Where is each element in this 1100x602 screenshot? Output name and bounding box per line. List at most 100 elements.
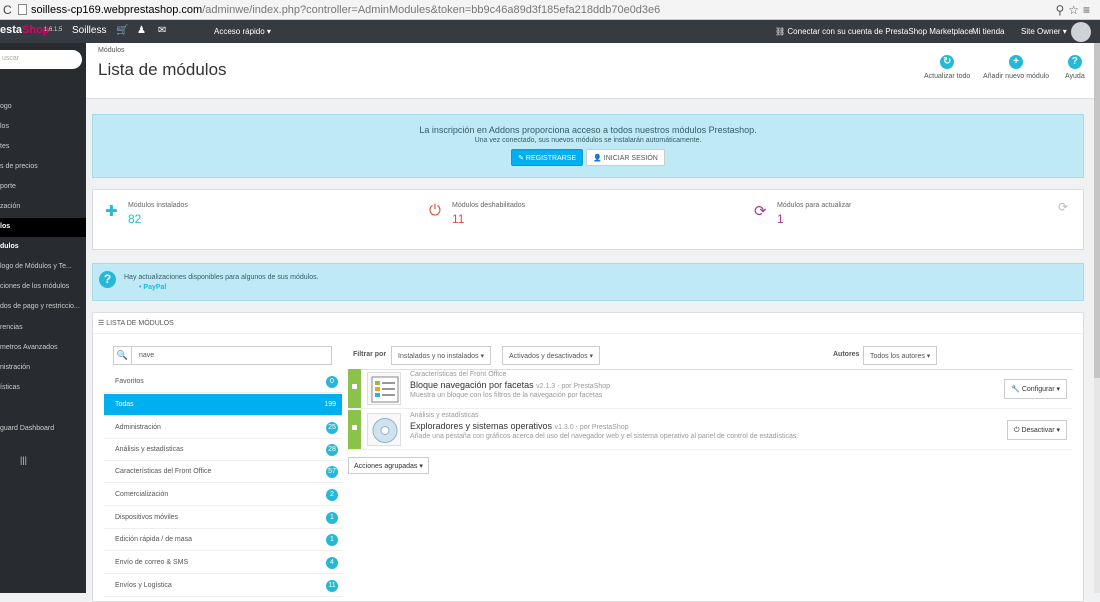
configure-button[interactable]: 🔧 Configurar ▾	[1004, 379, 1067, 399]
count-badge: 25	[326, 422, 338, 434]
collapse-menu-icon[interactable]: |||	[20, 455, 27, 465]
paypal-update-link[interactable]: • PayPal	[139, 284, 166, 291]
admin-topbar: estaShop 1.6.1.5 Soilless 🛒 ♟ ✉ Acceso r…	[0, 20, 1100, 43]
refresh-icon: ↻	[940, 55, 955, 69]
module-logo	[367, 372, 401, 405]
sidebar-subitem[interactable]: logo de Módulos y Te...	[0, 258, 86, 277]
module-name: Bloque navegación por facetas v2.1.3 - p…	[410, 380, 611, 390]
page-header: Módulos Lista de módulos ↻ Actualizar to…	[86, 43, 1100, 99]
my-shop-link[interactable]: Mi tienda	[972, 27, 1004, 36]
browser-address-bar[interactable]: C soilless-cp169.webprestashop.com/admin…	[0, 0, 1100, 20]
mail-icon[interactable]: ✉	[158, 25, 166, 36]
sidebar-item[interactable]: s de precios	[0, 158, 86, 177]
category-item-active[interactable]: Todas 199	[104, 394, 342, 416]
module-name: Exploradores y sistemas operativos v1.3.…	[410, 421, 629, 431]
help-icon: ?	[1067, 55, 1082, 69]
module-stats-panel: ✚ Módulos instalados 82 ⏻ Módulos deshab…	[92, 189, 1084, 250]
panel-heading: ☰ LISTA DE MÓDULOS	[98, 320, 174, 327]
sidebar: uscar ogo los tes s de precios porte zac…	[0, 43, 86, 593]
sidebar-item[interactable]: tes	[0, 138, 86, 157]
prestashop-logo[interactable]: estaShop	[0, 24, 50, 36]
sidebar-search-input[interactable]: uscar	[0, 50, 82, 69]
link-icon: ⛓	[775, 27, 788, 36]
sidebar-item[interactable]: porte	[0, 178, 86, 197]
updates-message: Hay actualizaciones disponibles para alg…	[124, 274, 319, 281]
search-icon: 🔍	[114, 347, 132, 364]
update-all-button[interactable]: ↻ Actualizar todo	[924, 55, 970, 80]
refresh-stats-icon[interactable]: ⟳	[1058, 200, 1068, 214]
quick-access-menu[interactable]: Acceso rápido ▾	[214, 27, 271, 36]
page-icon	[18, 4, 27, 15]
category-item[interactable]: Análisis y estadísticas 28	[104, 439, 342, 461]
count-badge: 11	[326, 580, 338, 592]
register-button[interactable]: ✎ REGISTRARSE	[511, 149, 584, 166]
avatar[interactable]	[1071, 22, 1091, 42]
sidebar-item[interactable]: rencias	[0, 319, 86, 338]
sidebar-item[interactable]: nistración	[0, 359, 86, 378]
category-item[interactable]: Edición rápida / de masa 1	[104, 529, 342, 551]
browser-menu-icons[interactable]: ⚲☆≡	[1055, 3, 1094, 17]
sidebar-item[interactable]: metros Avanzados	[0, 339, 86, 358]
filter-label: Filtrar por	[353, 351, 387, 358]
customer-icon[interactable]: ♟	[137, 25, 146, 36]
cart-icon[interactable]: 🛒	[116, 25, 128, 36]
disable-button[interactable]: ⏻ Desactivar ▾	[1006, 420, 1067, 440]
active-filter-select[interactable]: Activados y desactivados ▾	[502, 346, 601, 365]
category-item[interactable]: Administración 25	[104, 417, 342, 439]
module-row: Análisis y estadísticas Exploradores y s…	[348, 410, 1072, 450]
scrollbar[interactable]	[1094, 43, 1100, 593]
shop-name-link[interactable]: Soilless	[72, 25, 106, 36]
updates-alert: ? Hay actualizaciones disponibles para a…	[92, 263, 1084, 301]
category-item[interactable]: Envíos y Logística 11	[104, 575, 342, 597]
module-checkbox[interactable]	[348, 410, 361, 449]
authors-select[interactable]: Todos los autores ▾	[863, 346, 938, 365]
category-item[interactable]: Comercialización 2	[104, 484, 342, 506]
sidebar-subitem[interactable]: ciones de los módulos	[0, 278, 86, 297]
divider	[93, 333, 1083, 334]
help-button[interactable]: ? Ayuda	[1065, 55, 1085, 80]
module-row: Características del Front Office Bloque …	[348, 369, 1072, 409]
count-badge: 28	[326, 444, 338, 456]
bulk-actions-button[interactable]: Acciones agrupadas ▾	[348, 457, 429, 474]
sidebar-subitem[interactable]: dos de pago y restriccio...	[0, 298, 86, 317]
sidebar-item-modules[interactable]: los	[0, 218, 86, 237]
puzzle-icon: ✚	[105, 203, 118, 220]
module-list-panel: ☰ LISTA DE MÓDULOS 🔍 nave Favoritos 0 Tod…	[92, 312, 1084, 602]
sidebar-subitem-modules[interactable]: dulos	[0, 238, 86, 257]
version-label: 1.6.1.5	[44, 27, 63, 33]
install-filter-select[interactable]: Instalados y no instalados ▾	[391, 346, 492, 365]
scrollbar-thumb[interactable]	[1094, 43, 1100, 378]
url-text[interactable]: soilless-cp169.webprestashop.com/adminwe…	[31, 4, 660, 16]
addons-subline: Una vez conectado, sus nuevos módulos se…	[474, 137, 702, 144]
owner-menu[interactable]: Site Owner ▾	[1021, 27, 1067, 36]
sidebar-item[interactable]: guard Dashboard	[0, 420, 86, 439]
question-icon: ?	[99, 271, 116, 288]
module-logo	[367, 413, 401, 446]
filter-bar: Filtrar por Instalados y no instalados ▾…	[353, 346, 1073, 370]
sidebar-item[interactable]: ogo	[0, 98, 86, 117]
category-item[interactable]: Envío de correo & SMS 4	[104, 552, 342, 574]
sidebar-item[interactable]: los	[0, 118, 86, 137]
module-search-input[interactable]: 🔍 nave	[113, 346, 332, 365]
plus-icon: +	[1009, 55, 1024, 69]
sync-icon: ⟳	[754, 203, 767, 220]
addons-alert: La inscripción en Addons proporciona acc…	[92, 114, 1084, 178]
category-item[interactable]: Favoritos 0	[104, 371, 342, 393]
reload-icon[interactable]: C	[3, 3, 12, 17]
count-badge: 2	[326, 489, 338, 501]
category-item[interactable]: Dispositivos móviles 1	[104, 507, 342, 529]
add-module-button[interactable]: + Añadir nuevo módulo	[983, 55, 1049, 80]
sidebar-item[interactable]: zación	[0, 198, 86, 217]
sidebar-item[interactable]: ísticas	[0, 379, 86, 398]
category-item[interactable]: Características del Front Office 57	[104, 461, 342, 483]
login-button[interactable]: 👤 INICIAR SESIÓN	[586, 149, 665, 166]
module-checkbox[interactable]	[348, 369, 361, 408]
count-badge: 4	[326, 557, 338, 569]
page-title: Lista de módulos	[98, 60, 227, 79]
count-badge: 57	[326, 466, 338, 478]
breadcrumb[interactable]: Módulos	[98, 47, 124, 54]
count-badge: 1	[326, 534, 338, 546]
addons-headline: La inscripción en Addons proporciona acc…	[419, 125, 757, 135]
count-badge: 0	[326, 376, 338, 388]
marketplace-connect-link[interactable]: ⛓ Conectar con su cuenta de PrestaShop M…	[775, 27, 973, 36]
